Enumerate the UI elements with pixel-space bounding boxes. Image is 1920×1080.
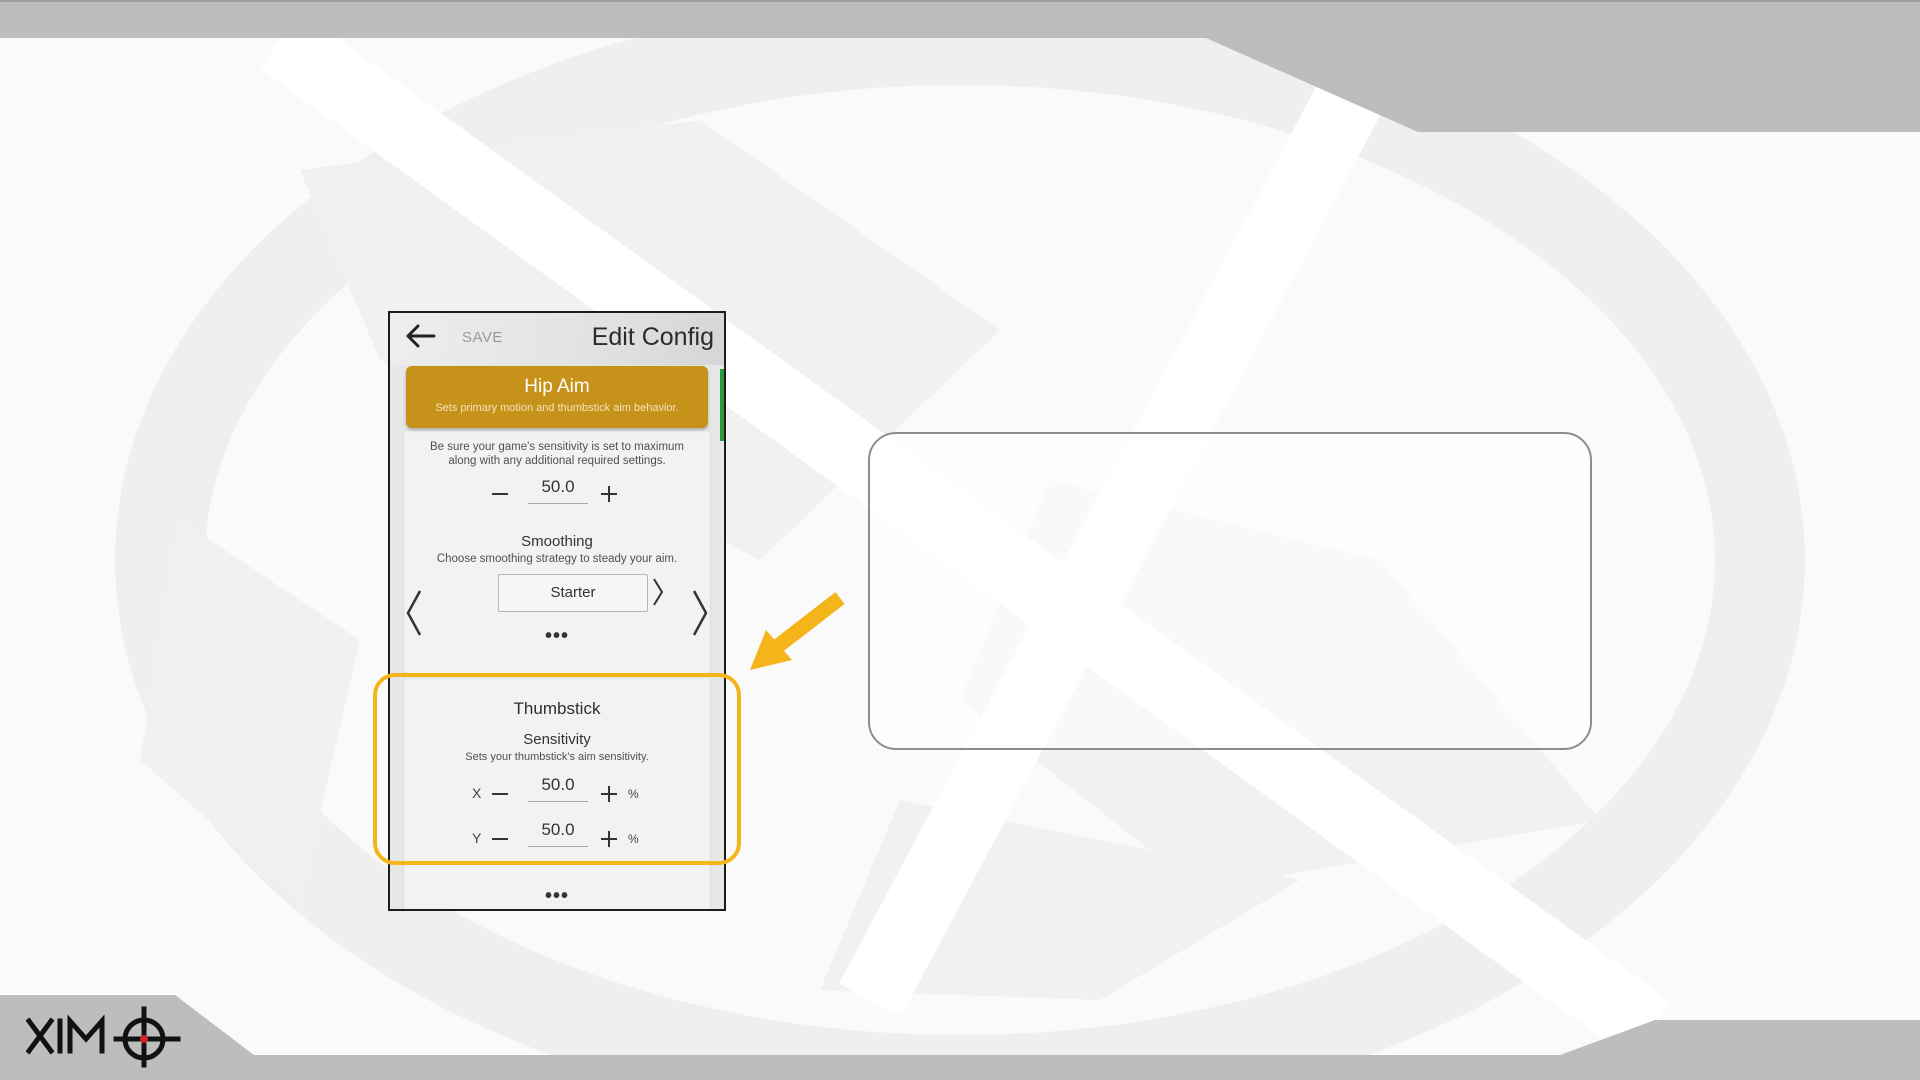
- x-sensitivity-input[interactable]: 50.0: [528, 775, 588, 802]
- pointer-arrow-icon: [750, 592, 845, 670]
- x-unit-label: %: [628, 787, 639, 801]
- phone-screenshot: SAVE Edit Config Hip Aim Sets primary mo…: [388, 311, 726, 911]
- y-axis-label: Y: [472, 830, 482, 846]
- sensitivity-subtitle: Sets your thumbstick's aim sensitivity.: [465, 751, 649, 763]
- motion-stepper: 50.0: [404, 477, 710, 511]
- crosshair-icon: [140, 1035, 148, 1043]
- minus-icon[interactable]: [492, 838, 508, 840]
- smoothing-more-button[interactable]: •••: [404, 626, 710, 646]
- plus-icon[interactable]: [601, 486, 617, 502]
- y-sensitivity-stepper: Y 50.0 %: [404, 820, 710, 854]
- app-header: SAVE Edit Config: [390, 313, 724, 365]
- chevron-right-icon[interactable]: [652, 577, 664, 607]
- hip-aim-header[interactable]: Hip Aim Sets primary motion and thumbsti…: [406, 366, 708, 428]
- sensitivity-title: Sensitivity: [523, 731, 591, 748]
- smoothing-title: Smoothing: [521, 533, 593, 550]
- x-axis-label: X: [472, 785, 482, 801]
- hip-aim-title: Hip Aim: [524, 376, 590, 397]
- minus-icon[interactable]: [492, 493, 508, 495]
- plus-icon[interactable]: [601, 831, 617, 847]
- smoothing-select[interactable]: Starter: [498, 574, 648, 612]
- x-sensitivity-stepper: X 50.0 %: [404, 775, 710, 809]
- back-button[interactable]: [404, 319, 438, 353]
- hip-aim-subtitle: Sets primary motion and thumbstick aim b…: [435, 402, 679, 414]
- thumbstick-title: Thumbstick: [513, 699, 601, 718]
- motion-settings-card: Be sure your game's sensitivity is set t…: [404, 431, 710, 673]
- thumbstick-card: Thumbstick Sensitivity Sets your thumbst…: [404, 679, 710, 909]
- y-unit-label: %: [628, 832, 639, 846]
- thumbstick-more-button[interactable]: •••: [404, 886, 710, 906]
- chevron-right-icon[interactable]: [690, 589, 710, 637]
- minus-icon[interactable]: [492, 793, 508, 795]
- motion-value-input[interactable]: 50.0: [528, 477, 588, 504]
- ximo-logo: [25, 1005, 182, 1069]
- presentation-slide: SAVE Edit Config Hip Aim Sets primary mo…: [0, 0, 1920, 1080]
- arrow-left-icon: [406, 324, 436, 348]
- side-tab-indicator[interactable]: [720, 369, 724, 441]
- y-sensitivity-input[interactable]: 50.0: [528, 820, 588, 847]
- sensitivity-warning-line2: along with any additional required setti…: [448, 455, 666, 467]
- plus-icon[interactable]: [601, 786, 617, 802]
- page-title: Edit Config: [591, 323, 714, 351]
- save-button[interactable]: SAVE: [462, 329, 503, 346]
- sensitivity-warning-line1: Be sure your game's sensitivity is set t…: [430, 441, 684, 453]
- callout-text-box: [868, 432, 1592, 750]
- chevron-left-icon[interactable]: [404, 589, 424, 637]
- smoothing-subtitle: Choose smoothing strategy to steady your…: [436, 553, 678, 565]
